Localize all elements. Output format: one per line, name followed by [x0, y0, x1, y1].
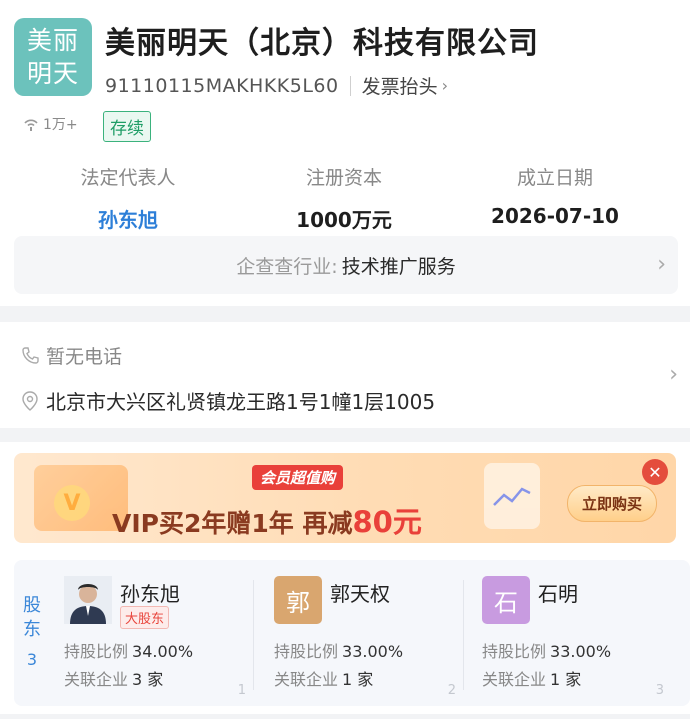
avatar: 郭 — [274, 576, 322, 624]
phone-icon — [22, 346, 39, 364]
registered-capital: 注册资本 1000万元 — [279, 163, 409, 233]
legal-rep-label: 法定代表人 — [80, 167, 176, 189]
founded-label: 成立日期 — [516, 167, 593, 189]
share-ratio-value: 33.00% — [550, 642, 612, 661]
promo-text: VIP买2年赠1年 再减80元 — [112, 499, 422, 541]
card-index: 1 — [237, 683, 246, 698]
capital-value: 1000万元 — [296, 208, 392, 232]
related-companies: 关联企业 1 家 — [482, 666, 581, 690]
related-value: 1 家 — [342, 670, 374, 689]
chart-decoration-icon — [484, 463, 540, 529]
avatar — [64, 576, 112, 624]
phone-text: 暂无电话 — [46, 346, 123, 368]
section-divider — [0, 428, 690, 442]
views-value: 1万+ — [43, 117, 78, 133]
phone-row[interactable]: 暂无电话 — [20, 342, 122, 369]
shareholder-card[interactable]: 石 石明 持股比例 33.00% 关联企业 1 家 3 — [474, 568, 672, 698]
shareholders-count: 3 — [26, 650, 38, 669]
legal-rep-link[interactable]: 孙东旭 — [68, 204, 188, 233]
share-ratio: 持股比例 33.00% — [274, 638, 403, 662]
related-value: 1 家 — [550, 670, 582, 689]
company-logo: 美丽 明天 — [14, 18, 92, 96]
major-shareholder-badge: 大股东 — [120, 606, 170, 629]
address-row[interactable]: 北京市大兴区礼贤镇龙王路1号1幢1层1005 — [20, 386, 435, 415]
invoice-title-label: 发票抬头 — [361, 76, 438, 98]
address-text: 北京市大兴区礼贤镇龙王路1号1幢1层1005 — [46, 390, 436, 414]
chevron-right-icon: › — [657, 252, 666, 277]
founded-date: 成立日期 2026-07-10 — [480, 163, 630, 228]
logo-line1: 美丽 — [26, 26, 79, 55]
invoice-title-link[interactable]: 发票抬头 › — [362, 72, 448, 99]
location-pin-icon — [22, 390, 38, 411]
share-ratio: 持股比例 33.00% — [482, 638, 611, 662]
promo-highlight: 80元 — [352, 505, 422, 539]
signal-icon — [24, 119, 38, 131]
card-divider — [253, 580, 254, 690]
shareholder-card[interactable]: 孙东旭 大股东 持股比例 34.00% 关联企业 3 家 1 — [56, 568, 254, 698]
share-ratio-label: 持股比例 — [482, 642, 547, 661]
card-index: 3 — [655, 683, 664, 698]
logo-line2: 明天 — [26, 59, 79, 88]
shareholders-tab[interactable]: 股东 3 — [20, 594, 44, 672]
divider — [349, 75, 351, 96]
share-ratio-label: 持股比例 — [64, 642, 129, 661]
chevron-right-icon: › — [441, 76, 449, 95]
card-divider — [463, 580, 464, 690]
share-ratio: 持股比例 34.00% — [64, 638, 193, 662]
related-companies: 关联企业 1 家 — [274, 666, 373, 690]
credit-code[interactable]: 91110115MAKHKK5L60 — [105, 75, 339, 97]
chevron-right-icon[interactable]: › — [669, 362, 678, 387]
vip-coin-icon: V — [54, 485, 90, 521]
share-ratio-value: 34.00% — [132, 642, 194, 661]
share-ratio-value: 33.00% — [342, 642, 404, 661]
credit-code-row: 91110115MAKHKK5L60 发票抬头 › — [105, 72, 448, 99]
capital-label: 注册资本 — [305, 167, 382, 189]
industry-label: 企查查行业: — [236, 255, 338, 278]
card-index: 2 — [447, 683, 456, 698]
related-label: 关联企业 — [482, 670, 547, 689]
buy-now-button[interactable]: 立即购买 — [567, 485, 658, 522]
shareholder-name[interactable]: 石明 — [538, 578, 578, 607]
promo-main: VIP买2年赠1年 再减 — [112, 509, 353, 538]
shareholders-tab-label: 股东 — [23, 595, 41, 640]
section-divider — [0, 306, 690, 322]
shareholder-card[interactable]: 郭 郭天权 持股比例 33.00% 关联企业 1 家 2 — [266, 568, 464, 698]
industry-bar[interactable]: 企查查行业: 技术推广服务 › — [14, 236, 678, 294]
related-companies: 关联企业 3 家 — [64, 666, 163, 690]
related-label: 关联企业 — [274, 670, 339, 689]
share-ratio-label: 持股比例 — [274, 642, 339, 661]
close-icon[interactable]: ✕ — [642, 459, 668, 485]
section-divider — [0, 714, 690, 719]
shareholder-name[interactable]: 孙东旭 — [120, 578, 180, 607]
views-count: 1万+ — [22, 114, 78, 134]
shareholders-section: 股东 3 孙东旭 大股东 持股比例 34.00% 关联企业 3 家 1 郭 郭天… — [14, 560, 690, 706]
related-value: 3 家 — [132, 670, 164, 689]
promo-tag: 会员超值购 — [252, 465, 344, 490]
avatar: 石 — [482, 576, 530, 624]
legal-representative: 法定代表人 孙东旭 — [68, 163, 188, 233]
vip-promo-banner[interactable]: V 会员超值购 VIP买2年赠1年 再减80元 立即购买 ✕ — [14, 453, 676, 543]
person-photo-icon — [64, 576, 112, 624]
status-badge: 存续 — [103, 111, 151, 142]
industry-value: 技术推广服务 — [341, 255, 456, 278]
shareholder-name[interactable]: 郭天权 — [330, 578, 390, 607]
company-name: 美丽明天（北京）科技有限公司 — [105, 26, 539, 61]
founded-value: 2026-07-10 — [491, 204, 619, 228]
company-detail-page: 美丽 明天 美丽明天（北京）科技有限公司 91110115MAKHKK5L60 … — [0, 0, 690, 719]
related-label: 关联企业 — [64, 670, 129, 689]
